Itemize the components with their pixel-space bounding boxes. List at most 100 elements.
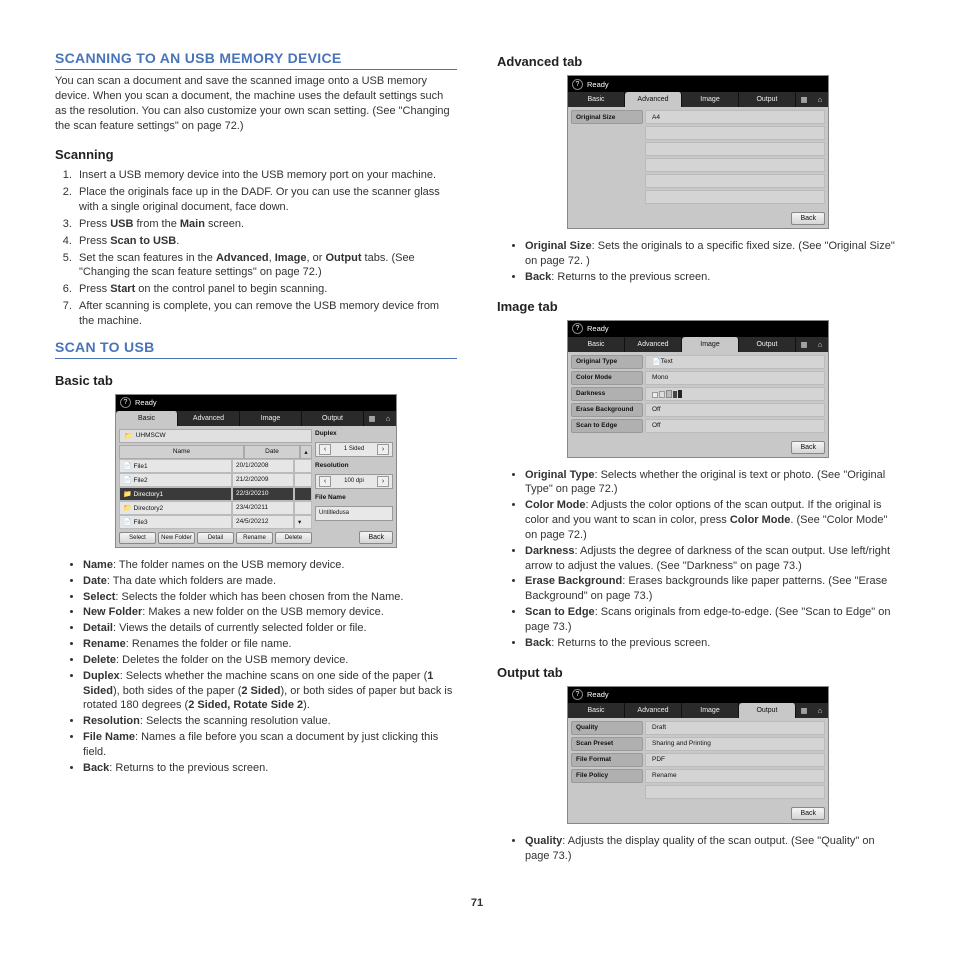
help-icon[interactable]: ?	[572, 323, 583, 334]
tab-basic[interactable]: Basic	[568, 337, 625, 352]
list-item: Back: Returns to the previous screen.	[525, 636, 899, 651]
tab-output[interactable]: Output	[739, 92, 796, 107]
setting-row[interactable]: Original SizeA4	[571, 110, 825, 124]
scroll-up-icon[interactable]: ▴	[300, 445, 312, 459]
table-row[interactable]: Directory223/4/20211	[119, 501, 312, 515]
home-icon[interactable]: ⌂	[380, 411, 396, 426]
setting-row[interactable]: Scan PresetSharing and Printing	[571, 737, 825, 751]
setting-row-blank	[571, 126, 825, 140]
new-folder-button[interactable]: New Folder	[158, 532, 195, 544]
output-tab-panel: ?ReadyBasicAdvancedImageOutput▦⌂ QualityD…	[567, 686, 829, 824]
home-icon[interactable]: ⌂	[812, 703, 828, 718]
arrow-right-icon[interactable]: ›	[377, 444, 389, 455]
status-ready: Ready	[135, 398, 157, 407]
list-item: Color Mode: Adjusts the color options of…	[525, 498, 899, 543]
cal-icon[interactable]: ▦	[364, 411, 380, 426]
help-icon[interactable]: ?	[120, 397, 131, 408]
output-tab-bullets: Quality: Adjusts the display quality of …	[497, 834, 899, 864]
heading-image-tab: Image tab	[497, 299, 899, 314]
back-button[interactable]: Back	[359, 531, 393, 544]
duplex-control[interactable]: ‹ 1 Sided ›	[315, 442, 393, 457]
filename-field[interactable]: Untitledusa	[315, 506, 393, 521]
setting-row[interactable]: File FormatPDF	[571, 753, 825, 767]
row-value	[645, 387, 825, 401]
help-icon[interactable]: ?	[572, 79, 583, 90]
row-value: A4	[645, 110, 825, 124]
heading-basic-tab: Basic tab	[55, 373, 457, 388]
row-label: File Format	[571, 753, 643, 767]
tab-output[interactable]: Output	[302, 411, 364, 426]
setting-row-blank	[571, 174, 825, 188]
list-item: Quality: Adjusts the display quality of …	[525, 834, 899, 864]
setting-row[interactable]: Erase BackgroundOff	[571, 403, 825, 417]
setting-row[interactable]: Original Type Text	[571, 355, 825, 369]
row-label: Color Mode	[571, 371, 643, 385]
delete-button[interactable]: Delete	[275, 532, 312, 544]
table-row[interactable]: File221/2/20209	[119, 473, 312, 487]
setting-row[interactable]: Color ModeMono	[571, 371, 825, 385]
list-item: Original Size: Sets the originals to a s…	[525, 239, 899, 269]
heading-scanning: Scanning	[55, 147, 457, 162]
advanced-tab-panel: ?ReadyBasicAdvancedImageOutput▦⌂Original…	[567, 75, 829, 229]
list-item: Duplex: Selects whether the machine scan…	[83, 669, 457, 714]
tab-advanced[interactable]: Advanced	[625, 337, 682, 352]
list-item: Delete: Deletes the folder on the USB me…	[83, 653, 457, 668]
heading-scanning-usb-device: SCANNING TO AN USB MEMORY DEVICE	[55, 50, 457, 70]
cal-icon[interactable]: ▦	[796, 337, 812, 352]
tab-basic[interactable]: Basic	[116, 411, 178, 426]
folder-icon	[123, 505, 132, 512]
panel-header: ?Ready	[568, 687, 828, 703]
tab-image[interactable]: Image	[682, 92, 739, 107]
file-icon	[123, 463, 132, 470]
home-icon[interactable]: ⌂	[812, 337, 828, 352]
filename-label: File Name	[315, 493, 393, 502]
tab-image[interactable]: Image	[240, 411, 302, 426]
col-name: Name	[119, 445, 244, 459]
setting-row[interactable]: Darkness	[571, 387, 825, 401]
step-item: After scanning is complete, you can remo…	[75, 299, 457, 329]
row-label: Darkness	[571, 387, 643, 401]
list-item: File Name: Names a file before you scan …	[83, 730, 457, 760]
back-button[interactable]: Back	[791, 212, 825, 225]
cal-icon[interactable]: ▦	[796, 92, 812, 107]
arrow-left-icon[interactable]: ‹	[319, 476, 331, 487]
image-tab-panel: ? Ready BasicAdvancedImageOutput▦⌂ Original…	[567, 320, 829, 458]
setting-row[interactable]: Scan to EdgeOff	[571, 419, 825, 433]
list-item: Resolution: Selects the scanning resolut…	[83, 714, 457, 729]
resolution-label: Resolution	[315, 461, 393, 470]
back-button[interactable]: Back	[791, 807, 825, 820]
table-row[interactable]: Directory122/3/20210	[119, 487, 312, 501]
resolution-control[interactable]: ‹ 100 dpi ›	[315, 474, 393, 489]
tab-advanced[interactable]: Advanced	[625, 703, 682, 718]
arrow-left-icon[interactable]: ‹	[319, 444, 331, 455]
tab-output[interactable]: Output	[739, 337, 796, 352]
setting-row[interactable]: QualityDraft	[571, 721, 825, 735]
tab-image[interactable]: Image	[682, 703, 739, 718]
tab-output[interactable]: Output	[739, 703, 796, 718]
right-column: Advanced tab ?ReadyBasicAdvancedImageOut…	[497, 40, 899, 871]
detail-button[interactable]: Detail	[197, 532, 234, 544]
table-row[interactable]: File324/5/20212▾	[119, 515, 312, 529]
cal-icon[interactable]: ▦	[796, 703, 812, 718]
tab-advanced[interactable]: Advanced	[625, 92, 682, 107]
back-button[interactable]: Back	[791, 441, 825, 454]
select-button[interactable]: Select	[119, 532, 156, 544]
tab-basic[interactable]: Basic	[568, 92, 625, 107]
arrow-right-icon[interactable]: ›	[377, 476, 389, 487]
help-icon[interactable]: ?	[572, 689, 583, 700]
rename-button[interactable]: Rename	[236, 532, 273, 544]
status-ready: Ready	[587, 324, 609, 333]
row-label: Original Size	[571, 110, 643, 124]
table-row[interactable]: File120/1/20208	[119, 459, 312, 473]
tab-image[interactable]: Image	[682, 337, 739, 352]
darkness-bars-icon	[652, 390, 682, 398]
home-icon[interactable]: ⌂	[812, 92, 828, 107]
image-tab-bullets: Original Type: Selects whether the origi…	[497, 468, 899, 651]
breadcrumb[interactable]: UHMSCW	[119, 429, 312, 443]
heading-scan-to-usb: SCAN TO USB	[55, 339, 457, 359]
row-value: Off	[645, 419, 825, 433]
tab-basic[interactable]: Basic	[568, 703, 625, 718]
tab-advanced[interactable]: Advanced	[178, 411, 240, 426]
list-item: Darkness: Adjusts the degree of darkness…	[525, 544, 899, 574]
setting-row[interactable]: File PolicyRename	[571, 769, 825, 783]
